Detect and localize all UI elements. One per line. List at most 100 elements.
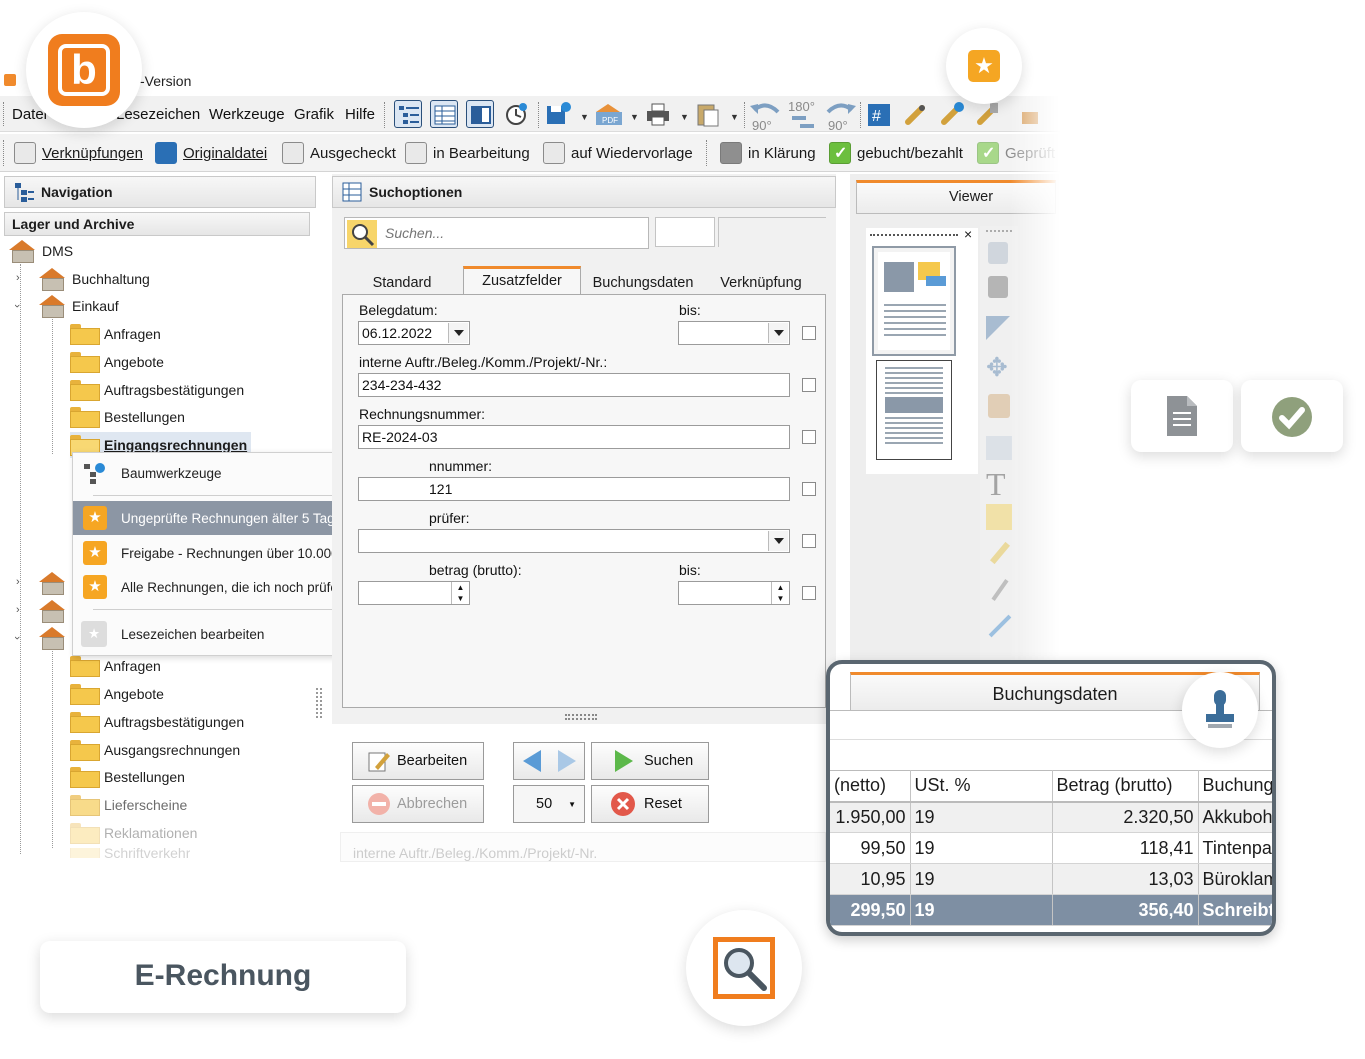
arrow-tool-icon[interactable]	[988, 614, 1012, 638]
invoice-number-checkbox[interactable]	[802, 430, 816, 444]
belegdatum-checkbox[interactable]	[802, 326, 816, 340]
tree-item-verkauf-ausgangsrechnungen[interactable]: Ausgangsrechnungen	[70, 737, 240, 763]
tab-standard[interactable]: Standard	[350, 269, 454, 295]
tree-item-verkauf-bestellungen[interactable]: Bestellungen	[70, 764, 185, 790]
tree-item-verkauf-auftragsbestaetigungen[interactable]: Auftragsbestätigungen	[70, 709, 244, 735]
save-icon[interactable]	[544, 100, 572, 128]
panel-splitter-handle[interactable]	[316, 688, 322, 718]
menu-hilfe[interactable]: Hilfe	[345, 106, 375, 123]
tree-item-einkauf-auftragsbestaetigungen[interactable]: Auftragsbestätigungen	[70, 377, 244, 403]
column-header-vat[interactable]: USt. %	[910, 770, 1053, 803]
search-button[interactable]: Suchen	[591, 742, 709, 780]
amount-from-field[interactable]: ▲ ▼	[358, 581, 470, 605]
tree-item-einkauf-angebote[interactable]: Angebote	[70, 349, 164, 375]
pen-tool-icon[interactable]	[991, 579, 1009, 601]
unlock-icon[interactable]	[988, 242, 1008, 264]
checked-button[interactable]: Geprüft	[977, 140, 1055, 166]
tree-item-einkauf-anfragen[interactable]: Anfragen	[70, 321, 161, 347]
amount-checkbox[interactable]	[802, 586, 816, 600]
highlighter-icon[interactable]	[989, 541, 1011, 565]
tree-item-verkauf-schriftverkehr[interactable]: Schriftverkehr	[70, 848, 190, 858]
belegdatum-to-field[interactable]	[678, 321, 790, 345]
hashtag-icon[interactable]: #	[866, 100, 894, 128]
tree-item-archive-4[interactable]	[38, 625, 72, 651]
table-row-selected[interactable]: 299,50 19 356,40 Schreibt	[830, 894, 1272, 926]
add-link-icon[interactable]	[938, 100, 966, 128]
number-field[interactable]: 121	[358, 477, 790, 501]
column-header-net[interactable]: (netto)	[830, 770, 911, 803]
paid-button[interactable]: gebucht/bezahlt	[829, 140, 963, 166]
checked-out-button[interactable]: Ausgecheckt	[282, 140, 396, 166]
checker-field[interactable]	[358, 529, 790, 553]
next-page-icon[interactable]	[554, 748, 580, 774]
clarify-button[interactable]: in Klärung	[720, 140, 816, 166]
image-tool-icon[interactable]	[986, 436, 1012, 460]
search-input[interactable]	[383, 221, 645, 245]
tree-view-icon[interactable]	[394, 100, 422, 128]
table-row[interactable]: 1.950,00 19 2.320,50 Akkubohr	[830, 801, 1272, 833]
column-header-booking[interactable]: Buchung	[1198, 770, 1272, 803]
rotate-left-icon[interactable]: 90°	[750, 100, 782, 133]
prev-page-icon[interactable]	[519, 748, 545, 774]
checker-checkbox[interactable]	[802, 534, 816, 548]
tab-zusatzfelder[interactable]: Zusatzfelder	[463, 266, 581, 295]
menu-grafik[interactable]: Grafik	[294, 106, 334, 123]
original-file-button[interactable]: Originaldatei	[155, 140, 267, 166]
table-row[interactable]: 10,95 19 13,03 Büroklam	[830, 863, 1272, 895]
viewer-tab[interactable]: Viewer	[856, 180, 1056, 214]
note-tool-icon[interactable]	[986, 504, 1012, 530]
resubmit-button[interactable]: auf Wiedervorlage	[543, 140, 693, 166]
chevron-down-icon[interactable]	[768, 323, 788, 343]
move-icon[interactable]: ✥	[986, 354, 1012, 380]
table-row[interactable]: 99,50 19 118,41 Tintenpa	[830, 832, 1272, 864]
internal-number-checkbox[interactable]	[802, 378, 816, 392]
link-icon[interactable]	[902, 100, 930, 128]
page-size-select[interactable]: 50 ▼	[513, 785, 585, 823]
cancel-button[interactable]: Abbrechen	[352, 785, 484, 823]
tree-item-verkauf-angebote[interactable]: Angebote	[70, 681, 164, 707]
belegdatum-from-field[interactable]: 06.12.2022	[358, 321, 470, 345]
tree-item-dms[interactable]: DMS	[8, 238, 73, 264]
page-thumbnail-2[interactable]	[876, 360, 952, 460]
stamp-tool-icon[interactable]	[988, 394, 1010, 418]
tree-item-archive-2[interactable]	[38, 570, 72, 596]
number-checkbox[interactable]	[802, 482, 816, 496]
links-button[interactable]: Verknüpfungen	[14, 140, 143, 166]
tree-item-archive-3[interactable]	[38, 598, 72, 624]
lock-icon[interactable]	[1016, 100, 1044, 128]
clipboard-icon[interactable]	[694, 100, 722, 128]
invoice-number-field[interactable]: RE-2024-03	[358, 425, 790, 449]
page-thumbnail-1[interactable]	[872, 246, 956, 356]
column-header-gross[interactable]: Betrag (brutto)	[1052, 770, 1199, 803]
spinner-arrows-icon[interactable]: ▲ ▼	[771, 582, 789, 604]
menu-werkzeuge[interactable]: Werkzeuge	[209, 106, 285, 123]
tree-item-einkauf[interactable]: Einkauf	[38, 293, 119, 319]
tree-item-einkauf-bestellungen[interactable]: Bestellungen	[70, 404, 185, 430]
in-edit-button[interactable]: in Bearbeitung	[405, 140, 530, 166]
form-resize-handle[interactable]	[565, 714, 597, 720]
tree-item-verkauf-lieferscheine[interactable]: Lieferscheine	[70, 792, 187, 818]
tab-buchungsdaten[interactable]: Buchungsdaten	[584, 269, 702, 295]
internal-number-field[interactable]: 234-234-432	[358, 373, 790, 397]
table-view-icon[interactable]	[430, 100, 458, 128]
tree-item-buchhaltung[interactable]: Buchhaltung	[38, 266, 150, 292]
tree-item-verkauf-reklamationen[interactable]: Reklamationen	[70, 820, 197, 846]
page-settings-icon[interactable]	[988, 276, 1008, 298]
search-extra-field-2[interactable]	[718, 217, 826, 247]
reset-button[interactable]: Reset	[591, 785, 709, 823]
spinner-arrows-icon[interactable]: ▲ ▼	[451, 582, 469, 604]
pointer-icon[interactable]	[986, 316, 1010, 340]
edit-link-icon[interactable]	[974, 100, 1002, 128]
split-view-icon[interactable]	[466, 100, 494, 128]
chevron-down-icon[interactable]	[448, 323, 468, 343]
text-tool-icon[interactable]: T	[986, 466, 1006, 503]
pdf-export-icon[interactable]: PDF	[594, 100, 622, 128]
amount-to-field[interactable]: ▲ ▼	[678, 581, 790, 605]
viewer-close-button[interactable]: ×	[964, 226, 972, 242]
chevron-down-icon[interactable]	[768, 531, 788, 551]
search-extra-field[interactable]	[655, 217, 715, 247]
tab-verknuepfung[interactable]: Verknüpfung	[704, 269, 818, 295]
print-icon[interactable]	[644, 100, 672, 128]
tree-item-verkauf-anfragen[interactable]: Anfragen	[70, 653, 161, 679]
menu-lesezeichen[interactable]: Lesezeichen	[116, 106, 200, 123]
